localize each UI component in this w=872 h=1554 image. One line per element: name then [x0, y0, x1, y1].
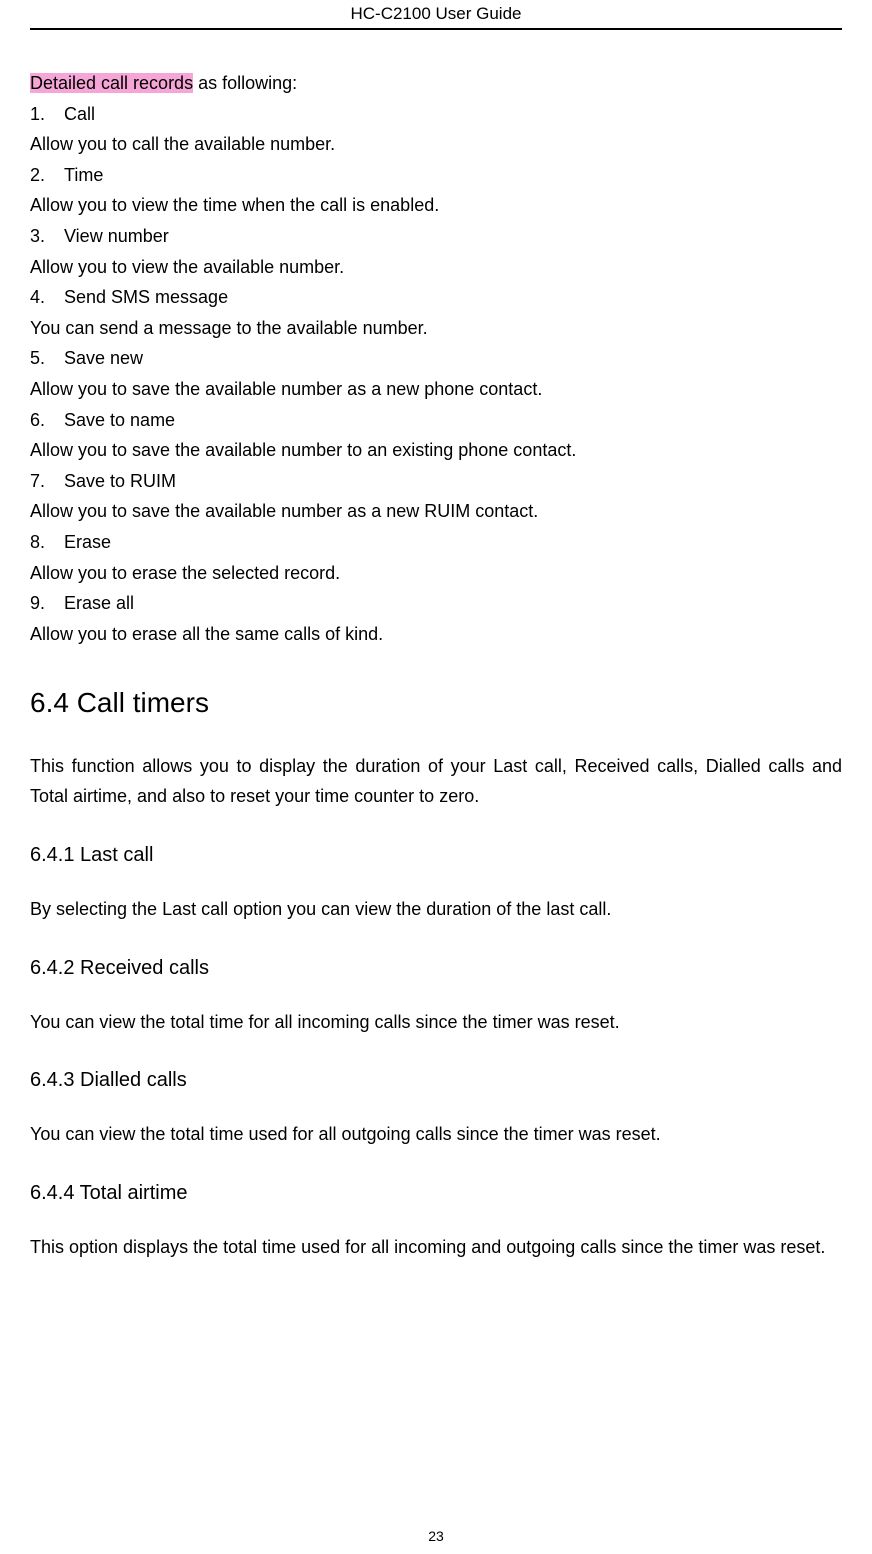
item-num: 3. [30, 221, 64, 252]
subsection-heading-received-calls: 6.4.2 Received calls [30, 951, 842, 985]
list-item: 8.Erase [30, 527, 842, 558]
item-title: Save to RUIM [64, 471, 176, 491]
item-num: 9. [30, 588, 64, 619]
item-num: 2. [30, 160, 64, 191]
item-num: 6. [30, 405, 64, 436]
item-desc: Allow you to save the available number a… [30, 374, 842, 405]
list-item: 9.Erase all [30, 588, 842, 619]
item-desc: Allow you to erase the selected record. [30, 558, 842, 589]
item-desc: Allow you to save the available number t… [30, 435, 842, 466]
item-title: Save new [64, 348, 143, 368]
list-item: 3.View number [30, 221, 842, 252]
item-num: 5. [30, 343, 64, 374]
list-item: 7.Save to RUIM [30, 466, 842, 497]
item-title: View number [64, 226, 169, 246]
item-num: 8. [30, 527, 64, 558]
item-num: 1. [30, 99, 64, 130]
item-title: Time [64, 165, 103, 185]
item-title: Save to name [64, 410, 175, 430]
list-item: 6.Save to name [30, 405, 842, 436]
list-item: 5.Save new [30, 343, 842, 374]
item-desc: You can send a message to the available … [30, 313, 842, 344]
list-item: 2.Time [30, 160, 842, 191]
item-title: Call [64, 104, 95, 124]
intro-rest: as following: [193, 73, 297, 93]
page-content: Detailed call records as following: 1.Ca… [30, 30, 842, 1262]
subsection-para-received-calls: You can view the total time for all inco… [30, 1007, 842, 1038]
section-heading-call-timers: 6.4 Call timers [30, 679, 842, 727]
subsection-heading-total-airtime: 6.4.4 Total airtime [30, 1176, 842, 1210]
item-desc: Allow you to save the available number a… [30, 496, 842, 527]
item-num: 4. [30, 282, 64, 313]
item-title: Send SMS message [64, 287, 228, 307]
highlighted-text: Detailed call records [30, 73, 193, 93]
section-para-call-timers: This function allows you to display the … [30, 751, 842, 812]
subsection-para-total-airtime: This option displays the total time used… [30, 1232, 842, 1263]
subsection-heading-last-call: 6.4.1 Last call [30, 838, 842, 872]
item-num: 7. [30, 466, 64, 497]
list-item: 1.Call [30, 99, 842, 130]
subsection-heading-dialled-calls: 6.4.3 Dialled calls [30, 1063, 842, 1097]
document-page: HC-C2100 User Guide Detailed call record… [0, 0, 872, 1554]
item-title: Erase [64, 532, 111, 552]
item-desc: Allow you to view the available number. [30, 252, 842, 283]
list-item: 4.Send SMS message [30, 282, 842, 313]
item-desc: Allow you to call the available number. [30, 129, 842, 160]
item-desc: Allow you to erase all the same calls of… [30, 619, 842, 650]
subsection-para-dialled-calls: You can view the total time used for all… [30, 1119, 842, 1150]
item-title: Erase all [64, 593, 134, 613]
subsection-para-last-call: By selecting the Last call option you ca… [30, 894, 842, 925]
header-title: HC-C2100 User Guide [350, 4, 521, 23]
intro-line: Detailed call records as following: [30, 68, 842, 99]
page-header: HC-C2100 User Guide [30, 0, 842, 30]
item-desc: Allow you to view the time when the call… [30, 190, 842, 221]
page-number: 23 [0, 1528, 872, 1544]
